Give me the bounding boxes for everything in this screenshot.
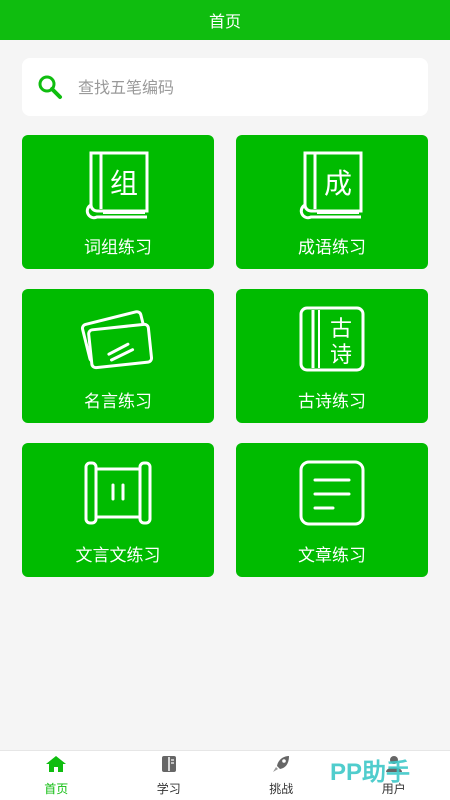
page-title: 首页 xyxy=(208,12,241,31)
card-label: 成语练习 xyxy=(298,238,366,258)
svg-text:成: 成 xyxy=(324,167,352,200)
tab-label: 学习 xyxy=(156,781,181,796)
tab-challenge[interactable]: 挑战 xyxy=(225,751,338,800)
card-label: 词组练习 xyxy=(84,238,152,258)
app-header: 首页 xyxy=(0,0,450,40)
notebook-icon xyxy=(160,755,178,777)
card-classical-text-practice[interactable]: 文言文练习 xyxy=(22,443,214,577)
card-article-practice[interactable]: 文章练习 xyxy=(236,443,428,577)
document-icon xyxy=(297,457,367,529)
card-label: 名言练习 xyxy=(84,392,152,412)
tab-label: 挑战 xyxy=(269,781,294,796)
tab-home[interactable]: 首页 xyxy=(0,751,113,800)
home-icon xyxy=(45,755,67,777)
svg-text:组: 组 xyxy=(110,167,138,200)
svg-text:诗: 诗 xyxy=(330,343,352,368)
book-icon: 成 xyxy=(299,149,365,221)
card-quote-practice[interactable]: 名言练习 xyxy=(22,289,214,423)
search-input[interactable] xyxy=(78,77,378,97)
tab-label: 首页 xyxy=(44,781,69,796)
cards-icon xyxy=(78,303,158,375)
book-icon: 组 xyxy=(85,149,151,221)
tab-study[interactable]: 学习 xyxy=(113,751,226,800)
card-phrase-practice[interactable]: 组 词组练习 xyxy=(22,135,214,269)
watermark-logo: PP助手 xyxy=(330,759,411,786)
card-label: 古诗练习 xyxy=(298,392,366,412)
poem-scroll-icon: 古 诗 xyxy=(297,303,367,375)
search-icon[interactable] xyxy=(36,73,64,101)
search-bar[interactable] xyxy=(22,58,428,116)
scroll-icon xyxy=(78,457,158,529)
card-label: 文言文练习 xyxy=(75,546,161,566)
rocket-icon xyxy=(271,755,291,777)
card-label: 文章练习 xyxy=(298,546,366,566)
card-idiom-practice[interactable]: 成 成语练习 xyxy=(236,135,428,269)
svg-text:古: 古 xyxy=(330,317,352,342)
card-poem-practice[interactable]: 古 诗 古诗练习 xyxy=(236,289,428,423)
